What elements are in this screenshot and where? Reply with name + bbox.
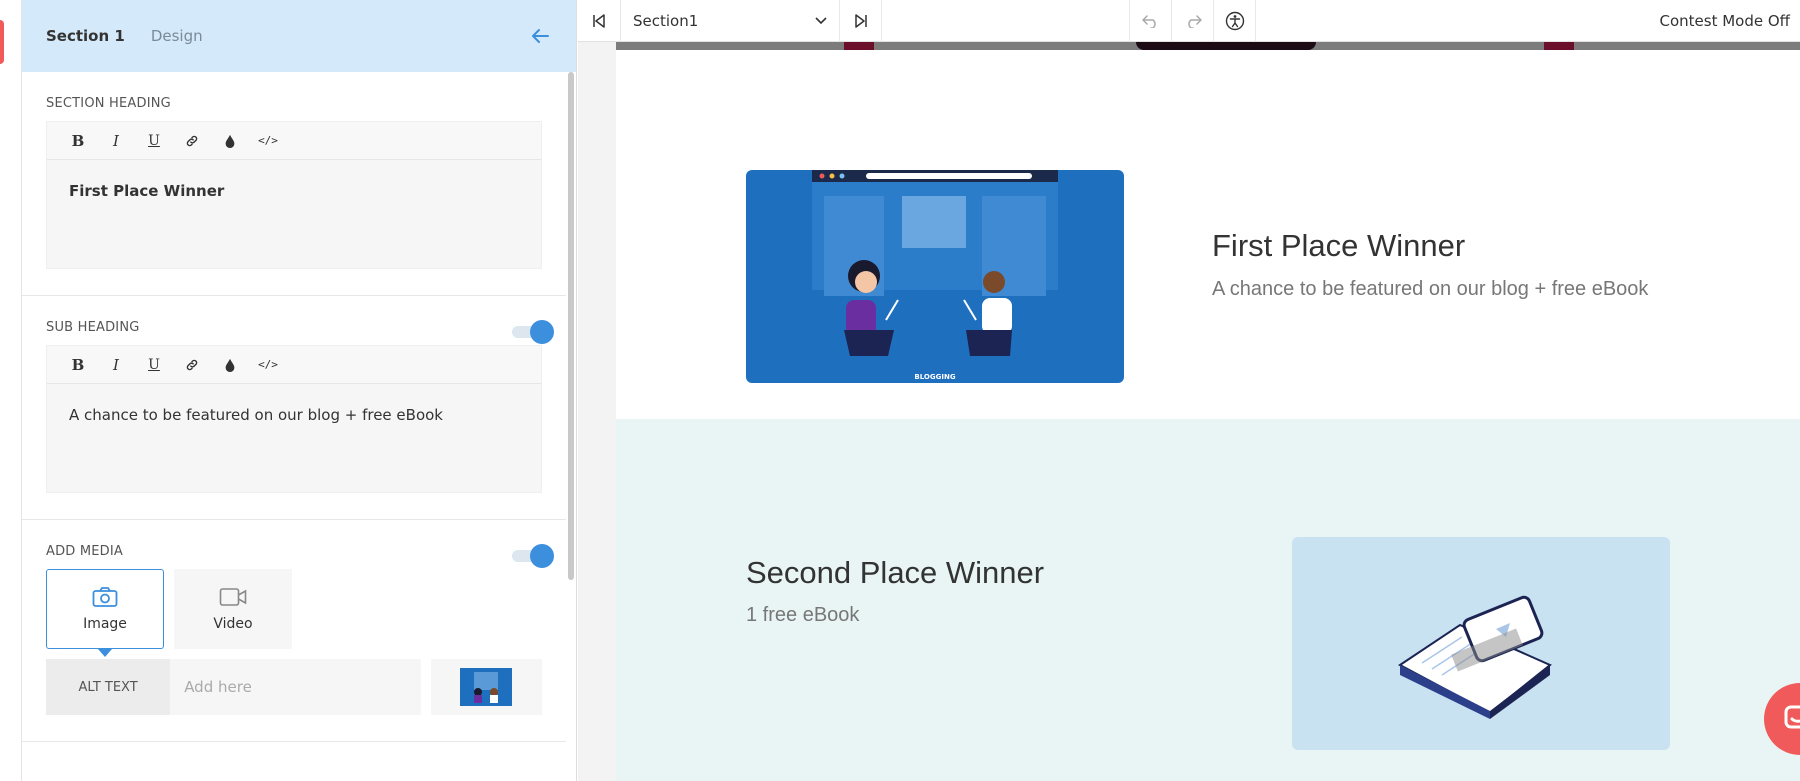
- next-section-button[interactable]: [840, 0, 882, 42]
- skip-previous-icon: [593, 13, 605, 28]
- contest-mode-status[interactable]: Contest Mode Off: [1659, 12, 1800, 30]
- panel-header: Section 1 Design: [22, 0, 576, 72]
- sub-heading-text[interactable]: A chance to be featured on our blog + fr…: [47, 384, 541, 492]
- prize2-title: Second Place Winner: [746, 555, 1045, 590]
- chevron-down-icon: [815, 16, 827, 24]
- undo-icon: [1141, 14, 1156, 28]
- tab-design[interactable]: Design: [151, 27, 203, 45]
- media-option-image[interactable]: Image: [46, 569, 164, 657]
- redo-button[interactable]: [1172, 0, 1214, 42]
- ebook-illustration: [1292, 537, 1670, 750]
- redo-icon: [1187, 14, 1202, 28]
- add-media-label: ADD MEDIA: [46, 544, 124, 559]
- accessibility-icon: [1225, 11, 1244, 30]
- topbar-spacer: [882, 0, 1130, 42]
- video-icon: [219, 588, 247, 606]
- preview-canvas: Section1 Contest Mode Off BLOGGING First…: [578, 0, 1800, 781]
- underline-icon[interactable]: U: [135, 126, 173, 156]
- section-heading-text[interactable]: First Place Winner: [47, 160, 541, 268]
- tab-section-1[interactable]: Section 1: [46, 27, 125, 45]
- link-icon[interactable]: [173, 350, 211, 380]
- alt-text-label: ALT TEXT: [46, 659, 171, 715]
- skip-next-icon: [854, 13, 867, 28]
- section-heading-editor: B I U </> First Place Winner: [46, 121, 542, 269]
- toggle-knob: [530, 320, 554, 344]
- blogging-illustration: BLOGGING: [746, 170, 1124, 383]
- panel-scrollbar[interactable]: [568, 72, 574, 580]
- section-select-value: Section1: [633, 11, 699, 30]
- thumbnail-image: [460, 668, 513, 706]
- color-drop-icon[interactable]: [211, 126, 249, 156]
- alt-text-row: ALT TEXT: [46, 659, 542, 715]
- section-heading-group: SECTION HEADING B I U </> First Place Wi…: [22, 72, 566, 296]
- canvas-topbar: Section1 Contest Mode Off: [578, 0, 1800, 42]
- media-thumbnail[interactable]: [430, 659, 542, 715]
- rail-active-chip[interactable]: [0, 20, 4, 64]
- code-icon[interactable]: </>: [249, 126, 287, 156]
- italic-icon[interactable]: I: [97, 350, 135, 380]
- section-heading-toolbar: B I U </>: [47, 122, 541, 160]
- back-arrow-icon[interactable]: [528, 24, 552, 48]
- editor-panel: Section 1 Design SECTION HEADING B I U <…: [22, 0, 577, 781]
- sub-heading-group: SUB HEADING B I U </> A chance to be fea…: [22, 296, 566, 520]
- add-media-group: ADD MEDIA Image Video ALT TEXT Add here: [22, 520, 566, 742]
- color-drop-icon[interactable]: [211, 350, 249, 380]
- section-select[interactable]: Section1: [620, 0, 840, 42]
- code-icon[interactable]: </>: [249, 350, 287, 380]
- undo-button[interactable]: [1130, 0, 1172, 42]
- hero-strip-center: [1136, 42, 1316, 50]
- prize1-title: First Place Winner: [1212, 228, 1466, 263]
- prize-section-second[interactable]: Second Place Winner 1 free eBook: [616, 419, 1800, 781]
- media-option-video-label: Video: [213, 616, 253, 632]
- landing-preview: BLOGGING First Place Winner A chance to …: [616, 42, 1800, 781]
- italic-icon[interactable]: I: [97, 126, 135, 156]
- previous-section-button[interactable]: [578, 0, 620, 42]
- sub-heading-label: SUB HEADING: [46, 320, 140, 335]
- bold-icon[interactable]: B: [59, 126, 97, 156]
- bold-icon[interactable]: B: [59, 350, 97, 380]
- hero-strip-accent: [1544, 42, 1574, 50]
- alt-text-input[interactable]: [170, 659, 421, 715]
- section-heading-label: SECTION HEADING: [46, 96, 171, 111]
- underline-icon[interactable]: U: [135, 350, 173, 380]
- prize2-subtitle: 1 free eBook: [746, 604, 860, 626]
- sub-heading-toolbar: B I U </>: [47, 346, 541, 384]
- prize-section-first[interactable]: BLOGGING First Place Winner A chance to …: [616, 50, 1800, 419]
- media-option-image-label: Image: [83, 616, 127, 632]
- illustration-caption: BLOGGING: [914, 373, 955, 381]
- prize1-subtitle: A chance to be featured on our blog + fr…: [1212, 278, 1649, 300]
- chat-icon: [1784, 705, 1800, 729]
- sub-heading-toggle[interactable]: [512, 320, 554, 344]
- accessibility-button[interactable]: [1214, 0, 1256, 42]
- media-option-video[interactable]: Video: [174, 569, 292, 649]
- left-rail: [0, 0, 22, 781]
- hero-image-strip: [616, 42, 1800, 50]
- camera-icon: [92, 587, 118, 607]
- selected-pointer: [98, 649, 112, 657]
- add-media-toggle[interactable]: [512, 544, 554, 568]
- hero-strip-accent: [844, 42, 874, 50]
- link-icon[interactable]: [173, 126, 211, 156]
- sub-heading-editor: B I U </> A chance to be featured on our…: [46, 345, 542, 493]
- media-type-options: Image Video: [46, 569, 542, 657]
- toggle-knob: [530, 544, 554, 568]
